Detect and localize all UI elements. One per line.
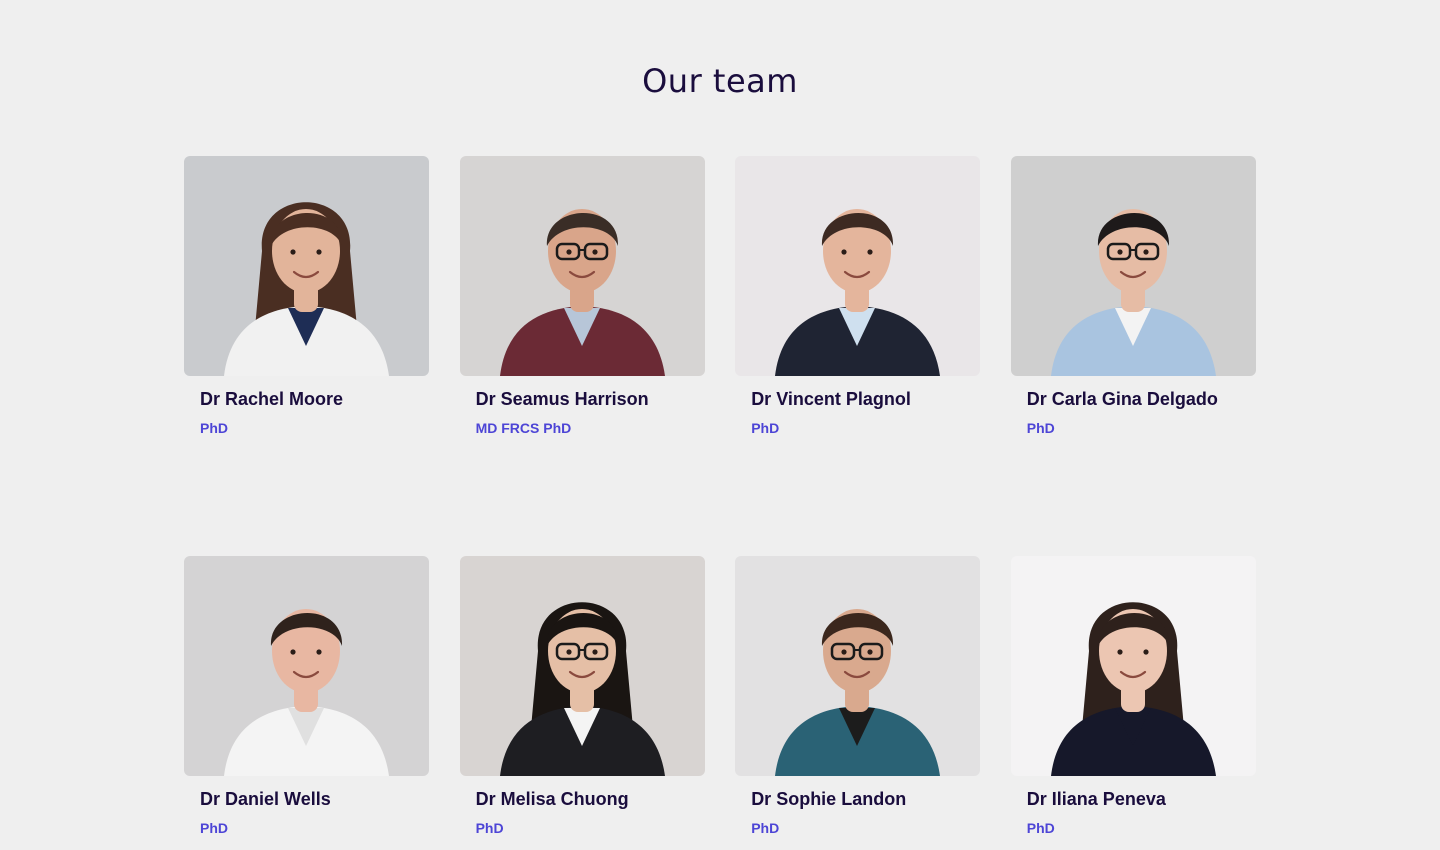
eye	[1117, 649, 1123, 655]
team-member-credentials: PhD	[1026, 420, 1055, 436]
eye	[1143, 249, 1149, 255]
team-member-photo	[184, 156, 429, 376]
eye	[867, 649, 873, 655]
team-member-credentials: MD FRCS PhD	[475, 420, 572, 436]
eye	[591, 649, 598, 655]
team-member-credentials: PhD	[1026, 820, 1055, 836]
team-member-name: Dr Daniel Wells	[200, 789, 331, 809]
team-member-name: Dr Rachel Moore	[200, 389, 344, 409]
portrait-image	[459, 156, 705, 376]
team-member-photo	[735, 556, 981, 776]
eye	[1143, 649, 1149, 655]
team-member-name: Dr Iliana Peneva	[1026, 789, 1166, 809]
team-member-card[interactable]: Dr Sophie Landon PhD	[735, 556, 981, 837]
team-member-credentials: PhD	[751, 820, 780, 836]
portrait-image	[459, 556, 705, 776]
eye	[565, 649, 572, 655]
team-member-photo	[1010, 556, 1256, 776]
portrait-image	[184, 556, 429, 776]
portrait-image	[1010, 556, 1256, 776]
portrait-image	[735, 156, 981, 376]
eye	[565, 249, 572, 255]
team-member-name: Dr Sophie Landon	[751, 789, 907, 809]
eye	[290, 249, 296, 255]
team-member-card[interactable]: Dr Rachel Moore PhD	[184, 156, 429, 437]
team-member-credentials: PhD	[200, 820, 228, 836]
eye	[316, 649, 322, 655]
eye	[841, 649, 847, 655]
team-member-name: Dr Melisa Chuong	[475, 789, 629, 809]
eye	[290, 649, 296, 655]
team-member-card[interactable]: Dr Seamus Harrison MD FRCS PhD	[459, 156, 705, 437]
eye	[841, 249, 847, 255]
team-member-name: Dr Seamus Harrison	[475, 389, 649, 409]
team-member-photo	[184, 556, 429, 776]
team-member-card[interactable]: Dr Iliana Peneva PhD	[1010, 556, 1256, 837]
team-member-photo	[459, 556, 705, 776]
portrait-image	[1010, 156, 1256, 376]
team-member-name: Dr Carla Gina Delgado	[1026, 389, 1218, 409]
team-member-name: Dr Vincent Plagnol	[751, 389, 911, 409]
team-member-card[interactable]: Dr Carla Gina Delgado PhD	[1010, 156, 1256, 437]
team-member-card[interactable]: Dr Daniel Wells PhD	[184, 556, 429, 837]
portrait-image	[735, 556, 981, 776]
team-member-credentials: PhD	[200, 420, 228, 436]
team-member-photo	[1010, 156, 1256, 376]
section-title: Our team	[642, 62, 798, 100]
team-member-credentials: PhD	[475, 820, 504, 836]
team-grid: Dr Rachel Moore PhD Dr Seamus Harrison M…	[184, 156, 1256, 837]
eye	[867, 249, 873, 255]
team-member-credentials: PhD	[751, 420, 780, 436]
team-member-card[interactable]: Dr Vincent Plagnol PhD	[735, 156, 981, 437]
eye	[1117, 249, 1123, 255]
eye	[591, 249, 598, 255]
eye	[316, 249, 322, 255]
team-member-photo	[459, 156, 705, 376]
team-section: Our team Dr Rachel Moore PhD Dr Seamus H…	[0, 0, 1440, 850]
team-member-photo	[735, 156, 981, 376]
portrait-image	[184, 156, 429, 376]
team-member-card[interactable]: Dr Melisa Chuong PhD	[459, 556, 705, 837]
